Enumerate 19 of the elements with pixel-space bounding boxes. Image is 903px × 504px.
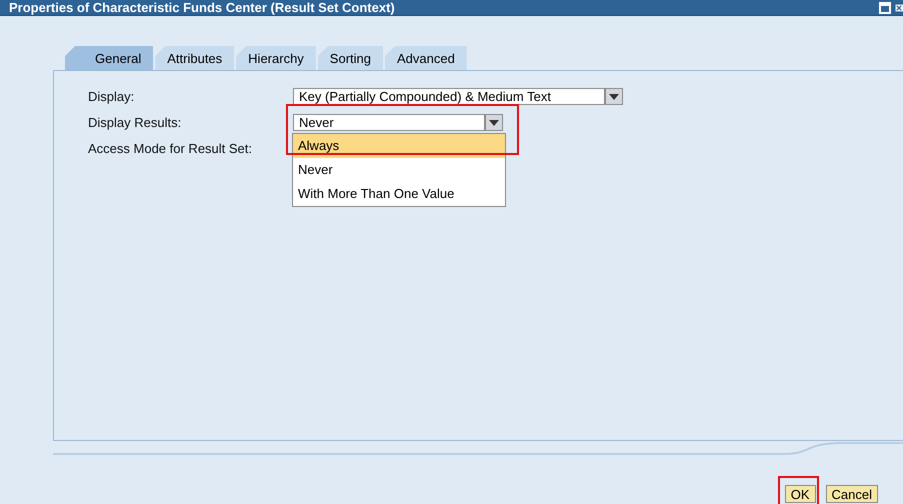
cancel-button[interactable]: Cancel	[826, 485, 878, 503]
tab[interactable]: Sorting	[318, 46, 383, 70]
dropdown-option[interactable]: Always	[293, 134, 505, 158]
tab[interactable]: Attributes	[155, 46, 234, 70]
dropdown-button[interactable]	[485, 114, 503, 131]
window-title: Properties of Characteristic Funds Center (Result Set Context)	[9, 0, 396, 15]
field-label: Access Mode for Result Set:	[88, 141, 254, 156]
caret-icon	[489, 120, 499, 126]
caret-icon	[609, 94, 619, 100]
field-label: Display:	[88, 89, 136, 104]
dropdown-button[interactable]	[605, 88, 623, 105]
ok-button[interactable]: OK	[784, 485, 816, 503]
dropdown-field[interactable]: Key (Partially Compounded) & Medium Text	[293, 88, 605, 105]
maximize-icon[interactable]	[878, 0, 892, 14]
dropdown-field[interactable]: Never	[293, 114, 485, 131]
field-label: Display Results:	[88, 115, 182, 130]
tab[interactable]: Advanced	[385, 46, 467, 70]
tab[interactable]: General	[65, 46, 154, 70]
tab[interactable]: Hierarchy	[236, 46, 316, 70]
